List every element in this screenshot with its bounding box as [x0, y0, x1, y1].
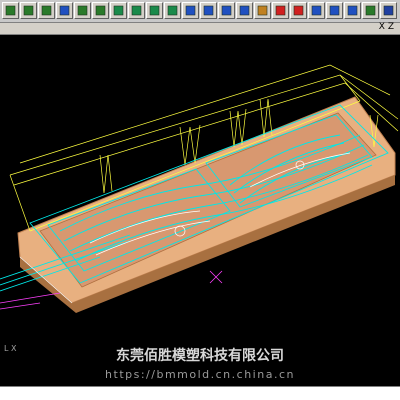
- status-bar: [0, 386, 400, 400]
- cad-viewport[interactable]: [0, 35, 400, 374]
- iso-view-icon: [113, 5, 124, 16]
- view-header-strip: X Z: [0, 22, 400, 35]
- pencil-button[interactable]: [254, 2, 271, 19]
- shade-icon: [311, 5, 322, 16]
- layers-button[interactable]: [362, 2, 379, 19]
- color-palette-button[interactable]: [290, 2, 307, 19]
- cube-left-button[interactable]: [236, 2, 253, 19]
- zoom-fit-button[interactable]: [20, 2, 37, 19]
- cube-back-icon: [203, 5, 214, 16]
- sphere-button[interactable]: [344, 2, 361, 19]
- sum-icon: [383, 5, 394, 16]
- cube-back-button[interactable]: [200, 2, 217, 19]
- cube-view-button[interactable]: [182, 2, 199, 19]
- top-view-button[interactable]: [128, 2, 145, 19]
- pan-icon: [59, 5, 70, 16]
- color-palette-icon: [293, 5, 304, 16]
- undo-arrow-button[interactable]: [326, 2, 343, 19]
- side-view-button[interactable]: [164, 2, 181, 19]
- watermark-company: 东莞佰胜模塑科技有限公司: [116, 348, 284, 364]
- rotate-view-icon: [95, 5, 106, 16]
- cancel-icon: [275, 5, 286, 16]
- axis-label: X Z: [378, 22, 394, 32]
- zoom-in-icon: [41, 5, 52, 16]
- rubber-band-icon: [77, 5, 88, 16]
- layers-icon: [365, 5, 376, 16]
- watermark-url: https://bmmold.cn.china.cn: [105, 368, 295, 381]
- cube-view-icon: [185, 5, 196, 16]
- zoom-fit-icon: [23, 5, 34, 16]
- zoom-window-button[interactable]: [2, 2, 19, 19]
- zoom-window-icon: [5, 5, 16, 16]
- iso-view-button[interactable]: [110, 2, 127, 19]
- cube-right-button[interactable]: [218, 2, 235, 19]
- zoom-in-button[interactable]: [38, 2, 55, 19]
- shade-button[interactable]: [308, 2, 325, 19]
- undo-arrow-icon: [329, 5, 340, 16]
- rubber-band-button[interactable]: [74, 2, 91, 19]
- cube-left-icon: [239, 5, 250, 16]
- pan-button[interactable]: [56, 2, 73, 19]
- sphere-icon: [347, 5, 358, 16]
- cancel-button[interactable]: [272, 2, 289, 19]
- front-view-button[interactable]: [146, 2, 163, 19]
- front-view-icon: [149, 5, 160, 16]
- side-view-icon: [167, 5, 178, 16]
- cube-right-icon: [221, 5, 232, 16]
- sum-button[interactable]: [380, 2, 397, 19]
- rotate-view-button[interactable]: [92, 2, 109, 19]
- mold-wireframe-drawing: [0, 64, 399, 313]
- top-view-icon: [131, 5, 142, 16]
- pencil-icon: [257, 5, 268, 16]
- main-toolbar: [0, 0, 400, 23]
